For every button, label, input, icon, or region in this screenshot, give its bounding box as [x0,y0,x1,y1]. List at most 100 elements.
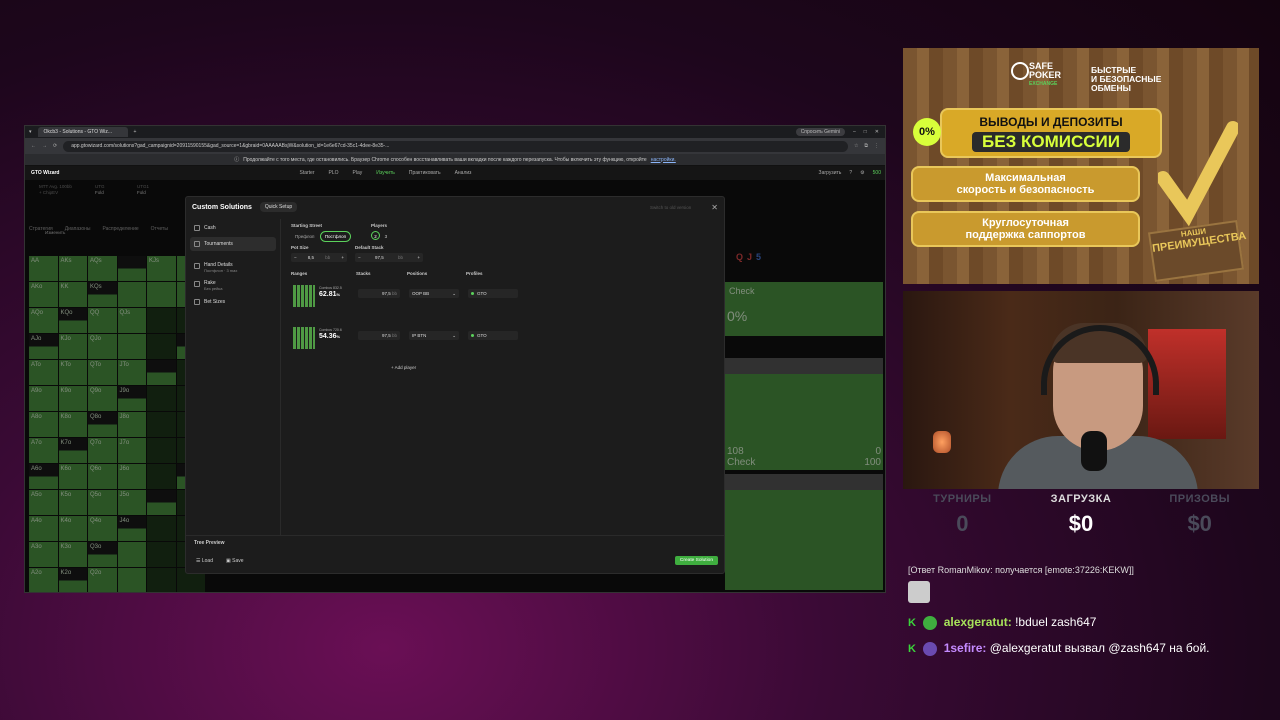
safe-poker-logo-icon [1011,62,1029,80]
save-label: Save [232,558,244,564]
box3-line1: Круглосуточная [982,217,1069,229]
chat-message: K 1sefire: @alexgeratut вызвал @zash647 … [908,640,1248,658]
default-stack-unit: bb [398,255,404,260]
sidebar-item-cash[interactable]: Cash [190,221,276,235]
sidebar-item-tournaments[interactable]: Tournaments [190,237,276,251]
create-solution-button[interactable]: Create Solution [674,556,718,565]
stack-input[interactable]: 97,5 bb [358,331,400,340]
modal-footer: Tree Preview ☰ Load ▣ Save Create Soluti… [186,535,724,573]
ad-brand: SAFE POKER EXCHANGE [1029,62,1061,89]
slogan-line: ОБМЕНЫ [1091,83,1131,93]
infobar-settings-link[interactable]: настройки. [651,157,676,163]
safe-poker-ad: SAFE POKER EXCHANGE БЫСТРЫЕ И БЕЗОПАСНЫЕ… [903,48,1259,284]
user-badge-icon [923,615,938,630]
reload-icon[interactable]: ⟳ [53,143,57,149]
default-stack-input[interactable]: − 97,5 bb + [355,253,423,262]
plus-icon[interactable]: + [417,255,420,260]
ad-box-support: Круглосуточная поддержка саппортов [911,211,1140,247]
switch-version-link[interactable]: Switch to old version [650,205,691,210]
microphone-icon [1081,431,1107,471]
street-preflop[interactable]: Префлоп [291,232,318,241]
maximize-icon[interactable]: □ [864,129,867,135]
sidebar-item-rake[interactable]: Rake Без рейка [190,277,276,293]
close-window-icon[interactable]: ✕ [875,129,879,135]
stat-value: 0 [956,511,969,536]
range-pct: 62.81 [319,291,337,298]
nav-study[interactable]: Изучить [376,170,395,176]
player-row: Combos 720.6 54.36% 97,5 bb IP BTN ⌄ GTO [291,323,521,363]
load-button[interactable]: ☰ Load [196,558,213,564]
gto-logo[interactable]: GTO Wizard [31,170,59,176]
players-option-3[interactable]: 3 [381,232,390,241]
nav-practice[interactable]: Практиковать [409,170,441,176]
players-option-2[interactable]: 2 [371,231,380,240]
upload-button[interactable]: Загрузить [819,170,842,176]
tree-preview-toggle[interactable]: Tree Preview [194,540,225,546]
window-menu-icon[interactable]: ▾ [29,129,32,135]
cards-icon [194,263,200,269]
position-select[interactable]: IP BTN ⌄ [409,331,459,340]
url-field[interactable]: app.gtowizard.com/solutions?gad_campaign… [63,140,848,152]
gto-topbar: GTO Wizard Starter PLO Play Изучить Прак… [25,166,885,180]
chat-message: [Ответ RomanMikov: получается [emote:372… [908,562,1268,608]
quick-setup-button[interactable]: Quick Setup [259,202,298,212]
minus-icon[interactable]: − [358,255,361,260]
menu-icon[interactable]: ⋮ [874,143,879,149]
stat-title: ТУРНИРЫ [933,493,992,505]
settings-icon[interactable]: ⚙ [860,170,864,176]
street-postflop[interactable]: Постфлоп [319,231,352,242]
profile-select[interactable]: GTO [468,331,518,340]
add-player-button[interactable]: + Add player [391,365,416,370]
help-icon[interactable]: ? [849,170,852,176]
plus-icon[interactable]: + [341,255,344,260]
gemini-button[interactable]: Спросить Gemini [795,128,845,136]
minimize-icon[interactable]: – [853,129,856,135]
chat-username[interactable]: 1sefire: [944,641,987,655]
range-thumbnail[interactable] [293,327,315,349]
sidebar-item-bet-sizes[interactable]: Bet Sizes [190,295,276,309]
stack-unit: bb [391,291,397,296]
col-ranges: Ranges [291,271,308,276]
save-button[interactable]: ▣ Save [226,558,244,564]
pot-size-input[interactable]: − 8,5 bb + [291,253,347,262]
advantages-stamp: НАШИ ПРЕИМУЩЕСТВА [1147,219,1247,283]
infobar-text: Продолжайте с того места, где остановили… [243,156,647,163]
range-pct: 54.36 [319,333,337,340]
nav-play[interactable]: Play [353,170,363,176]
profile-select[interactable]: GTO [468,289,518,298]
salt-lamp [933,431,951,453]
trophy-icon [194,241,200,247]
stack-input[interactable]: 97,5 bb [358,289,400,298]
url-text: app.gtowizard.com/solutions?gad_campaign… [71,143,390,149]
close-icon[interactable]: ✕ [711,203,718,212]
range-thumbnail[interactable] [293,285,315,307]
nav-analyze[interactable]: Анализ [455,170,472,176]
minus-icon[interactable]: − [294,255,297,260]
stat-tournaments: ТУРНИРЫ 0 [903,493,1022,545]
profile-value: GTO [477,333,487,338]
pot-size-unit: bb [325,255,331,260]
chat-username[interactable]: alexgeratut: [944,615,1012,629]
webcam-feed [903,291,1259,489]
sidebar-label: Cash [204,225,216,231]
brand-sub: EXCHANGE [1029,81,1058,87]
sidebar-label: Tournaments [204,241,233,247]
default-stack-value: 97,5 [374,255,384,260]
new-tab-button[interactable]: + [134,129,137,135]
sidebar-item-hand-details[interactable]: Hand Details Постфлоп · 3 max [190,259,276,275]
browser-tab[interactable]: Okcb3 - Solutions - GTO Wiz... [37,127,128,137]
bookmark-icon[interactable]: ☆ [854,143,858,149]
extensions-icon[interactable]: ⧉ [864,143,868,149]
profile-dot-icon [471,292,474,295]
sidebar-label: Bet Sizes [204,299,226,305]
tab-title: Okcb3 - Solutions - GTO Wiz... [43,129,113,135]
box1-line2: БЕЗ КОМИССИИ [972,132,1130,152]
box1-line1: ВЫВОДЫ И ДЕПОЗИТЫ [979,115,1123,129]
back-icon[interactable]: ← [31,143,36,149]
position-select[interactable]: OOP BB ⌄ [409,289,459,298]
starting-street-label: Starting Street [291,223,323,228]
forward-icon[interactable]: → [42,143,47,149]
gto-nav: Starter PLO Play Изучить Практиковать Ан… [299,170,471,176]
stat-title: ЗАГРУЗКА [1050,493,1112,505]
restore-infobar: ⓘ Продолжайте с того места, где останови… [25,154,885,166]
